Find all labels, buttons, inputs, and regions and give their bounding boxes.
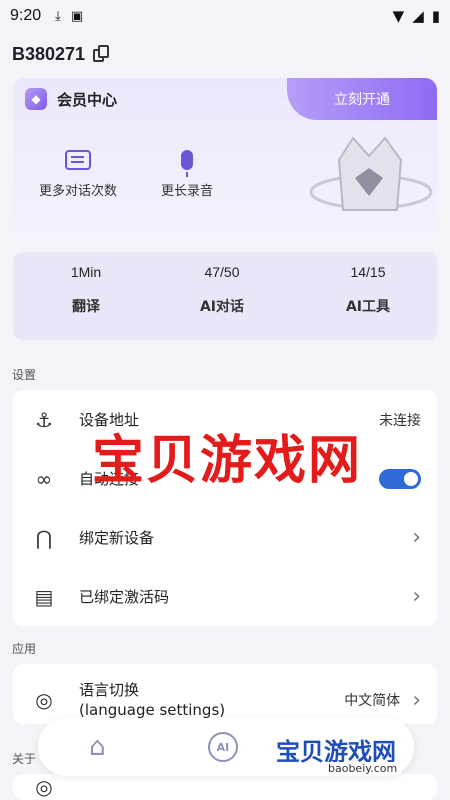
chevron-right-icon: › bbox=[412, 525, 421, 550]
notification-a-icon: ▣ bbox=[70, 8, 84, 24]
copy-icon[interactable] bbox=[93, 45, 111, 63]
row-sublabel: (language settings) bbox=[79, 701, 226, 719]
stat-label: AI工具 bbox=[345, 299, 391, 315]
perk-label: 更长录音 bbox=[161, 184, 214, 199]
vip-title: 会员中心 bbox=[57, 90, 118, 109]
row-value: 未连接 bbox=[379, 412, 421, 429]
site-watermark-url: baobeiy.com bbox=[324, 762, 402, 775]
signal-icon: ◢ bbox=[412, 7, 424, 25]
row-label: 已绑定激活码 bbox=[79, 587, 170, 606]
battery-icon: ▮ bbox=[431, 7, 440, 25]
section-about: 关于 bbox=[12, 752, 37, 766]
row-value: 中文简体 bbox=[344, 693, 401, 709]
chat-icon bbox=[65, 150, 91, 170]
vip-card[interactable]: ◆ 会员中心 立刻开通 更多对话次数 更长录音 bbox=[13, 78, 437, 240]
row-bind-device[interactable]: ⋂ 绑定新设备 › bbox=[13, 508, 437, 567]
usage-stats: 1Min 翻译 47/50 AI对话 14/15 AI工具 bbox=[13, 252, 437, 340]
stat-value: 14/15 bbox=[350, 264, 386, 280]
row-device-address[interactable]: ⚓ 设备地址 未连接 bbox=[13, 390, 437, 449]
about-list: ◎ bbox=[13, 774, 437, 800]
download-icon: ⤓ bbox=[55, 8, 61, 24]
section-settings: 设置 bbox=[12, 368, 37, 382]
account-id: B380271 bbox=[12, 43, 86, 64]
row-label: 绑定新设备 bbox=[79, 528, 155, 547]
microphone-icon bbox=[181, 150, 193, 177]
vip-header: ◆ 会员中心 bbox=[25, 88, 117, 110]
perk-longer-recording: 更长录音 bbox=[161, 150, 213, 199]
chevron-right-icon: › bbox=[412, 687, 421, 713]
diamond-icon: ◆ bbox=[25, 88, 47, 110]
auto-connect-toggle[interactable] bbox=[379, 468, 421, 489]
row-label-group: 语言切换 (language settings) bbox=[79, 680, 344, 720]
row-auto-connect: ∞ 自动连接 bbox=[13, 449, 437, 508]
globe-icon: ◎ bbox=[35, 688, 53, 712]
chevron-right-icon: › bbox=[412, 584, 421, 609]
stat-translate[interactable]: 1Min 翻译 bbox=[26, 264, 146, 316]
stat-ai-tools[interactable]: 14/15 AI工具 bbox=[308, 264, 428, 316]
row-about-partial[interactable]: ◎ bbox=[13, 774, 437, 800]
row-label: 设备地址 bbox=[79, 410, 140, 429]
stat-value: 47/50 bbox=[204, 264, 240, 280]
perk-label: 更多对话次数 bbox=[39, 184, 118, 199]
earbuds-icon: ⋂ bbox=[35, 525, 53, 550]
link-icon: ∞ bbox=[35, 466, 53, 491]
status-bar: 9:20 ⤓ ▣ ▼ ◢ ▮ bbox=[0, 0, 450, 32]
stat-label: AI对话 bbox=[199, 299, 245, 315]
perk-more-chats: 更多对话次数 bbox=[39, 150, 117, 199]
stat-ai-chat[interactable]: 47/50 AI对话 bbox=[162, 264, 282, 316]
stat-label: 翻译 bbox=[72, 299, 100, 315]
account-header: B380271 bbox=[12, 40, 111, 68]
open-vip-button[interactable]: 立刻开通 bbox=[287, 78, 437, 120]
crown-illustration bbox=[309, 136, 433, 211]
section-apps: 应用 bbox=[12, 642, 37, 656]
wifi-icon: ▼ bbox=[392, 7, 405, 25]
stat-value: 1Min bbox=[70, 264, 102, 280]
document-icon: ▤ bbox=[34, 584, 54, 609]
settings-list: ⚓ 设备地址 未连接 ∞ 自动连接 ⋂ 绑定新设备 › ▤ 已绑定激活码 › bbox=[13, 390, 437, 626]
ai-icon[interactable]: AI bbox=[207, 732, 238, 762]
row-bound-codes[interactable]: ▤ 已绑定激活码 › bbox=[13, 567, 437, 626]
home-icon[interactable]: ⌂ bbox=[89, 732, 106, 762]
status-time: 9:20 bbox=[10, 7, 42, 24]
row-label: 自动连接 bbox=[79, 469, 140, 488]
anchor-icon: ⚓ bbox=[35, 407, 53, 432]
globe-icon: ◎ bbox=[35, 775, 53, 799]
apps-list: ◎ 语言切换 (language settings) 中文简体 › bbox=[13, 664, 437, 724]
row-language[interactable]: ◎ 语言切换 (language settings) 中文简体 › bbox=[13, 664, 437, 724]
row-label: 语言切换 bbox=[79, 681, 140, 699]
